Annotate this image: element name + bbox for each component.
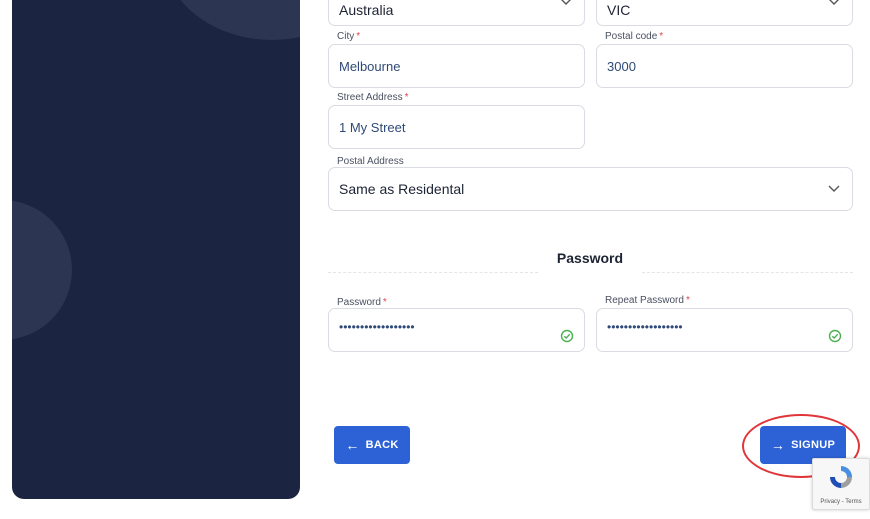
signup-card: Australia VIC City * Melbourne Postal cod… <box>0 0 870 519</box>
back-button-label: BACK <box>365 439 399 451</box>
state-value: VIC <box>607 2 631 18</box>
city-value: Melbourne <box>339 58 401 74</box>
password-value: •••••••••••••••••• <box>339 320 415 334</box>
postal-code-label: Postal code * <box>605 31 664 42</box>
street-address-input[interactable]: 1 My Street <box>328 105 585 149</box>
check-circle-icon <box>560 329 574 343</box>
city-input[interactable]: Melbourne <box>328 44 585 88</box>
password-section-title: Password <box>556 250 624 266</box>
chevron-down-icon <box>828 185 840 192</box>
divider <box>642 272 853 273</box>
postal-code-value: 3000 <box>607 58 636 74</box>
postal-address-label: Postal Address <box>337 156 404 167</box>
back-button[interactable]: ← BACK <box>334 426 410 464</box>
recaptcha-text[interactable]: Privacy - Terms <box>813 499 869 505</box>
postal-address-value: Same as Residental <box>339 181 465 197</box>
postal-code-input[interactable]: 3000 <box>596 44 853 88</box>
street-address-label: Street Address * <box>337 92 409 103</box>
repeat-password-value: •••••••••••••••••• <box>607 320 683 334</box>
state-select[interactable]: VIC <box>596 0 853 26</box>
side-decoration-panel <box>12 0 300 499</box>
arrow-left-icon: ← <box>345 437 360 453</box>
decorative-circle <box>12 200 72 340</box>
password-label: Password * <box>337 297 387 308</box>
divider <box>328 272 538 273</box>
repeat-password-label: Repeat Password * <box>605 295 690 306</box>
postal-address-select[interactable]: Same as Residental <box>328 167 853 211</box>
street-address-value: 1 My Street <box>339 119 406 135</box>
chevron-down-icon <box>561 0 571 5</box>
city-label: City * <box>337 31 361 42</box>
repeat-password-input[interactable]: •••••••••••••••••• <box>596 308 853 352</box>
chevron-down-icon <box>829 0 839 5</box>
recaptcha-icon <box>830 466 852 488</box>
recaptcha-badge[interactable]: Privacy - Terms <box>812 458 870 510</box>
country-value: Australia <box>339 2 394 18</box>
password-input[interactable]: •••••••••••••••••• <box>328 308 585 352</box>
check-circle-icon <box>828 329 842 343</box>
decorative-circle <box>162 0 300 40</box>
country-select[interactable]: Australia <box>328 0 585 26</box>
